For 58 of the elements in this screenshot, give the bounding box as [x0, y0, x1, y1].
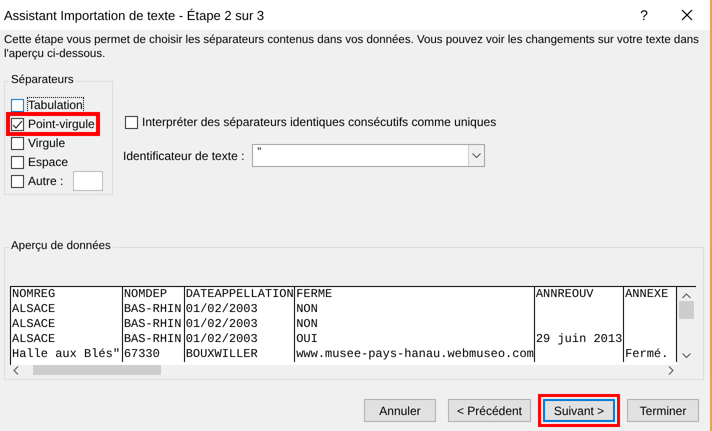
chevron-down-icon: [682, 353, 691, 359]
table-cell: BAS-RHIN: [124, 332, 182, 346]
checkbox-label[interactable]: Autre :: [28, 174, 64, 188]
window-title: Assistant Importation de texte - Étape 2 sur 3: [4, 8, 266, 22]
table-cell: 01/02/2003: [186, 332, 258, 346]
table-cell: 67330: [124, 347, 160, 361]
checkbox-label[interactable]: Virgule: [28, 136, 66, 150]
checkbox[interactable]: [11, 156, 24, 168]
dialog-button[interactable]: Suivant >: [543, 399, 615, 422]
table-cell: ALSACE: [12, 332, 56, 346]
checkbox-label[interactable]: Espace: [28, 155, 68, 169]
chevron-left-icon: [13, 366, 19, 374]
table-cell: NON: [296, 317, 318, 331]
table-cell: 29 juin 2013: [536, 332, 622, 346]
table-cell: ALSACE: [12, 317, 56, 331]
dialog-button[interactable]: Terminer: [627, 399, 699, 422]
checkbox-label[interactable]: Point-virgule: [28, 117, 95, 131]
close-icon: [681, 9, 693, 21]
table-cell: ALSACE: [12, 302, 56, 316]
checkbox-label[interactable]: Tabulation: [28, 98, 83, 112]
help-button[interactable]: ?: [624, 7, 664, 23]
chevron-up-icon: [682, 293, 691, 299]
dropdown-value: ": [256, 145, 262, 160]
checkbox[interactable]: [11, 136, 24, 150]
checkbox[interactable]: [11, 174, 24, 188]
table-cell: BAS-RHIN: [124, 317, 182, 331]
table-cell: 01/02/2003: [186, 317, 258, 331]
dialog-button[interactable]: < Précédent: [448, 399, 531, 422]
table-cell: NON: [296, 302, 318, 316]
chevron-down-icon: [472, 152, 482, 158]
description-text: Cette étape vous permet de choisir les séparateurs contenus dans vos données. Vous pouvez voir les changements sur votre texte dans l'aperçu ci-dessous.: [4, 33, 700, 61]
table-cell: Fermé.: [625, 347, 668, 361]
table-cell: BAS-RHIN: [124, 302, 182, 316]
other-separator-field[interactable]: [73, 171, 104, 191]
scrollbar-thumb[interactable]: [679, 301, 694, 319]
scrollbar-thumb[interactable]: [33, 365, 161, 375]
table-cell: NOMDEP: [124, 287, 168, 301]
field-label: Identificateur de texte :: [123, 148, 244, 162]
table-cell: ANNEXE: [625, 287, 668, 301]
table-cell: BOUXWILLER: [186, 347, 258, 361]
text-qualifier-dropdown[interactable]: ": [252, 144, 486, 167]
checkbox[interactable]: [125, 116, 138, 128]
checkbox[interactable]: [11, 118, 24, 130]
dialog-button[interactable]: Annuler: [364, 399, 436, 422]
group-title: Aperçu de données: [9, 240, 113, 252]
check-icon: [12, 118, 23, 130]
table-cell: www.musee-pays-hanau.webmuseo.com: [296, 347, 534, 361]
table-cell: Halle aux Blés": [12, 347, 120, 361]
checkbox-label[interactable]: Interpréter des séparateurs identiques consécutifs comme uniques: [142, 115, 496, 129]
table-cell: NOMREG: [12, 287, 56, 301]
table-cell: 01/02/2003: [186, 302, 258, 316]
checkbox[interactable]: [11, 98, 24, 112]
chevron-right-icon: [668, 366, 674, 374]
table-cell: OUI: [296, 332, 318, 346]
table-cell: DATEAPPELLATION: [186, 287, 294, 301]
group-title: Séparateurs: [9, 74, 76, 86]
table-cell: ANNREOUV: [536, 287, 594, 301]
table-cell: FERME: [296, 287, 332, 301]
